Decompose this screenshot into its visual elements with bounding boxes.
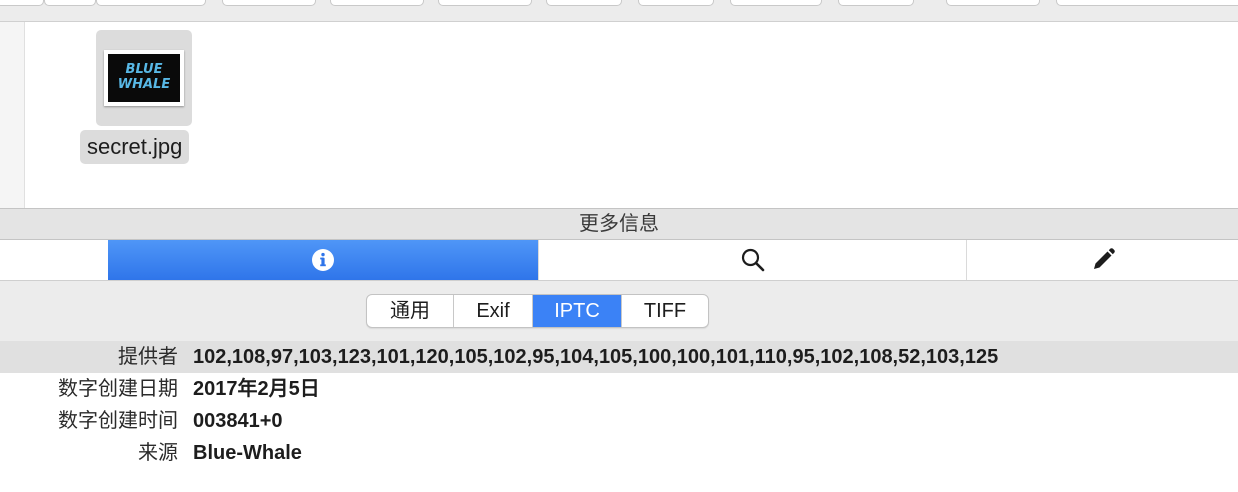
metadata-row[interactable]: 来源 Blue-Whale bbox=[0, 437, 1238, 469]
search-icon bbox=[741, 248, 764, 272]
metadata-label: 提供者 bbox=[118, 346, 178, 368]
metadata-label: 数字创建时间 bbox=[58, 410, 178, 432]
metadata-row[interactable]: 数字创建日期 2017年2月5日 bbox=[0, 373, 1238, 405]
sidebar-gutter bbox=[0, 22, 25, 208]
toolbar bbox=[0, 0, 1238, 22]
file-browser: BLUE WHALE secret.jpg bbox=[0, 22, 1238, 208]
tab-edit[interactable] bbox=[967, 240, 1238, 280]
toolbar-button[interactable] bbox=[546, 0, 622, 6]
metadata-table: 提供者 102,108,97,103,123,101,120,105,102,9… bbox=[0, 341, 1238, 492]
file-item[interactable]: BLUE WHALE secret.jpg bbox=[80, 30, 206, 180]
segment-general[interactable]: 通用 bbox=[367, 295, 454, 327]
toolbar-button[interactable] bbox=[638, 0, 714, 6]
metadata-label: 数字创建日期 bbox=[58, 378, 178, 400]
toolbar-button[interactable] bbox=[438, 0, 532, 6]
segment-iptc[interactable]: IPTC bbox=[533, 295, 622, 327]
toolbar-button[interactable] bbox=[0, 0, 44, 6]
more-info-header: 更多信息 bbox=[0, 208, 1238, 240]
metadata-row[interactable]: 数字创建时间 003841+0 bbox=[0, 405, 1238, 437]
tab-info[interactable] bbox=[108, 240, 538, 280]
file-name[interactable]: secret.jpg bbox=[80, 130, 190, 164]
toolbar-button[interactable] bbox=[330, 0, 424, 6]
toolbar-search-field[interactable] bbox=[1056, 0, 1238, 6]
metadata-value: 003841+0 bbox=[193, 410, 283, 432]
metadata-row[interactable]: 提供者 102,108,97,103,123,101,120,105,102,9… bbox=[0, 341, 1238, 373]
tab-search[interactable] bbox=[538, 240, 967, 280]
metadata-value: Blue-Whale bbox=[193, 442, 302, 464]
toolbar-button[interactable] bbox=[222, 0, 316, 6]
pencil-icon bbox=[1093, 248, 1115, 269]
metadata-segmented-control: 通用 Exif IPTC TIFF bbox=[366, 294, 709, 328]
info-icon bbox=[312, 249, 334, 271]
tab-spacer bbox=[0, 240, 108, 280]
toolbar-button[interactable] bbox=[838, 0, 914, 6]
inspector-tabs bbox=[0, 240, 1238, 281]
metadata-label: 来源 bbox=[138, 442, 178, 464]
file-thumbnail[interactable]: BLUE WHALE bbox=[104, 50, 184, 106]
segment-area: 通用 Exif IPTC TIFF bbox=[0, 281, 1238, 341]
segment-exif[interactable]: Exif bbox=[454, 295, 533, 327]
segment-tiff[interactable]: TIFF bbox=[622, 295, 708, 327]
toolbar-button[interactable] bbox=[946, 0, 1040, 6]
thumbnail-text-line1: BLUE bbox=[125, 62, 163, 77]
thumbnail-text-line2: WHALE bbox=[117, 77, 171, 92]
toolbar-button[interactable] bbox=[96, 0, 206, 6]
toolbar-button[interactable] bbox=[44, 0, 96, 6]
metadata-value: 102,108,97,103,123,101,120,105,102,95,10… bbox=[193, 346, 999, 368]
thumbnail-image: BLUE WHALE bbox=[108, 54, 180, 102]
toolbar-button[interactable] bbox=[730, 0, 822, 6]
metadata-value: 2017年2月5日 bbox=[193, 378, 320, 400]
